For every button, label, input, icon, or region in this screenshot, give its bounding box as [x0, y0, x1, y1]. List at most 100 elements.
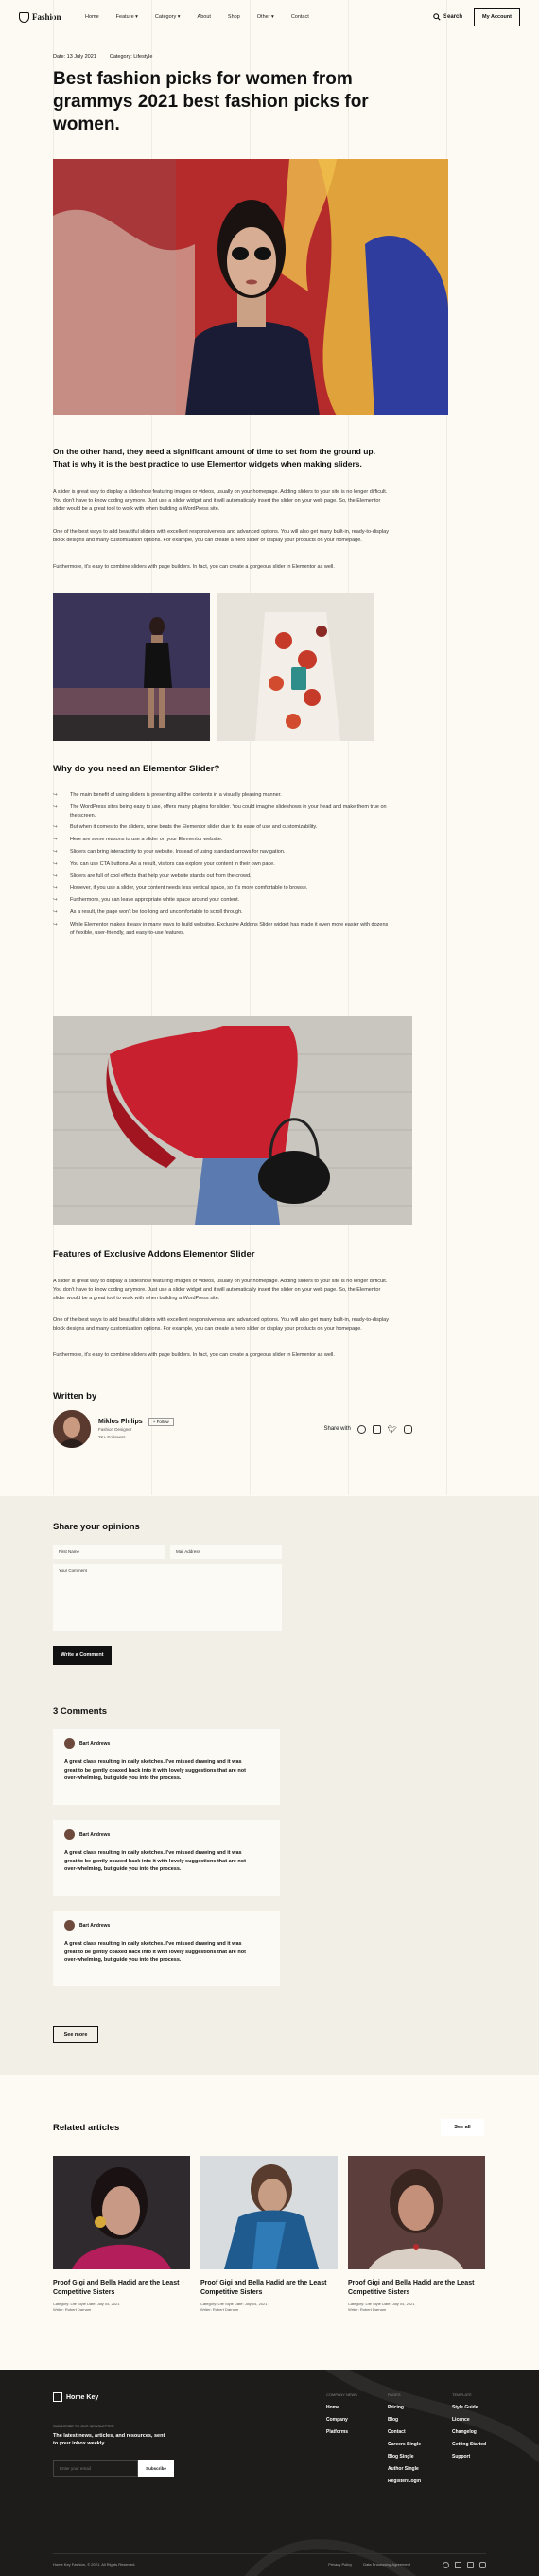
arrow-right-icon: ↪	[53, 824, 58, 831]
data-processing-link[interactable]: Data Processing Agreement	[363, 2562, 410, 2568]
subscribe-button[interactable]: Subscribe	[138, 2460, 174, 2477]
footer-logo[interactable]: Home Key	[53, 2392, 98, 2402]
twitter-icon[interactable]: 🐦︎	[388, 1425, 397, 1434]
footer-link[interactable]: Licence	[452, 2417, 486, 2423]
list-item: ↪ While Elementor makes it easy in many w…	[53, 921, 389, 936]
image-pair	[53, 593, 374, 741]
nav-feature[interactable]: Feature ▾	[116, 14, 138, 20]
site-logo[interactable]: Fashion	[19, 11, 85, 23]
footer-link[interactable]: Blog	[388, 2417, 421, 2423]
newsletter-label: SUBSCRIBE TO OUR NEWSLETTER	[53, 2425, 114, 2428]
arrow-right-icon: ↪	[53, 803, 58, 810]
email-field[interactable]: Mail Address	[170, 1545, 282, 1559]
arrow-right-icon: ↪	[53, 848, 58, 855]
footer-link[interactable]: Company	[326, 2417, 357, 2423]
site-header: Fashion Home Feature ▾ Category ▾ About …	[0, 0, 539, 34]
search-button[interactable]: Search	[433, 13, 462, 21]
written-by-heading: Written by	[53, 1391, 97, 1402]
nav-other[interactable]: Other ▾	[257, 14, 274, 20]
twitter-icon[interactable]	[467, 2562, 474, 2568]
nav-shop[interactable]: Shop	[228, 14, 240, 20]
arrow-right-icon: ↪	[53, 837, 58, 843]
fashion-image-floral-coat	[217, 593, 374, 741]
nav-home[interactable]: Home	[85, 14, 99, 20]
related-writer: Writer: Robert Darnam	[53, 2306, 92, 2312]
footer-link[interactable]: Author Single	[388, 2466, 421, 2472]
footer-link[interactable]: Pricing	[388, 2405, 421, 2410]
article-meta: Date: 13 July 2021 Category: Lifestyle	[53, 54, 152, 60]
newsletter-email-input[interactable]: Enter your email	[53, 2460, 138, 2477]
comment-text: A great class resulting in daily sketche…	[64, 1850, 246, 1873]
instagram-icon[interactable]	[372, 1424, 381, 1434]
avatar	[64, 1738, 75, 1749]
footer-link[interactable]: Blog Single	[388, 2454, 421, 2460]
related-title[interactable]: Proof Gigi and Bella Hadid are the Least…	[348, 2279, 485, 2298]
section-heading: Features of Exclusive Addons Elementor S…	[53, 1249, 255, 1260]
footer-link[interactable]: Contact	[388, 2429, 421, 2435]
nav-category[interactable]: Category ▾	[155, 14, 181, 20]
footer-col-template: TEMPLATE Style Guide Licence Changelog G…	[452, 2392, 487, 2460]
see-more-button[interactable]: See more	[53, 2026, 98, 2043]
article-title: Best fashion picks for women from grammy…	[53, 69, 369, 134]
comment-textarea[interactable]: Your Comment	[53, 1564, 282, 1631]
footer-link[interactable]: Changelog	[452, 2429, 486, 2435]
home-logo-icon	[53, 2392, 62, 2402]
comment-text: A great class resulting in daily sketche…	[64, 1941, 246, 1964]
bullet-list: ↪ The main benefit of using sliders is pr…	[53, 791, 393, 941]
avatar	[53, 1410, 91, 1448]
related-card[interactable]: Proof Gigi and Bella Hadid are the Least…	[348, 2156, 485, 2313]
related-card[interactable]: Proof Gigi and Bella Hadid are the Least…	[200, 2156, 338, 2313]
related-title[interactable]: Proof Gigi and Bella Hadid are the Least…	[200, 2279, 338, 2298]
comment-card: Bart Andrews A great class resulting in …	[53, 1729, 280, 1805]
nav-about[interactable]: About	[198, 14, 211, 20]
article-category[interactable]: Category: Lifestyle	[110, 54, 153, 60]
footer-link[interactable]: Register/Login	[388, 2479, 421, 2484]
related-card[interactable]: Proof Gigi and Bella Hadid are the Least…	[53, 2156, 190, 2313]
related-image	[348, 2156, 485, 2269]
footer-link[interactable]: Home	[326, 2405, 357, 2410]
youtube-icon[interactable]	[479, 2562, 486, 2568]
section-heading: Why do you need an Elementor Slider?	[53, 764, 220, 774]
list-item: ↪ The main benefit of using sliders is pr…	[53, 792, 282, 798]
fashion-image-red-sweater	[53, 1016, 412, 1225]
related-title[interactable]: Proof Gigi and Bella Hadid are the Least…	[53, 2279, 190, 2298]
related-image	[200, 2156, 338, 2269]
arrow-right-icon: ↪	[53, 897, 58, 904]
footer-link[interactable]: Style Guide	[452, 2405, 486, 2410]
footer-link[interactable]: Platforms	[326, 2429, 357, 2435]
list-item: ↪ Here are some reasons to use a slider o…	[53, 837, 223, 843]
nav-contact[interactable]: Contact	[291, 14, 309, 20]
footer-link[interactable]: Support	[452, 2454, 486, 2460]
article-paragraph: One of the best ways to add beautiful sl…	[53, 1317, 389, 1332]
follow-button[interactable]: + Follow	[148, 1418, 174, 1427]
arrow-right-icon: ↪	[53, 860, 58, 867]
first-name-field[interactable]: First Name	[53, 1545, 165, 1559]
pinterest-icon[interactable]	[356, 1424, 366, 1434]
commenter-name: Bart Andrews	[79, 1922, 111, 1929]
copyright-text: Home Key Fashion, © 2021. All Rights Res…	[53, 2562, 136, 2567]
list-item: ↪ Furthermore, you can leave appropriate …	[53, 897, 240, 904]
related-heading: Related articles	[53, 2123, 120, 2133]
comment-card: Bart Andrews A great class resulting in …	[53, 1911, 280, 1986]
youtube-icon[interactable]	[404, 1424, 412, 1434]
footer-link[interactable]: Careers Single	[388, 2442, 421, 2447]
my-account-button[interactable]: My Account	[474, 8, 520, 26]
author-name[interactable]: Miklos Philips	[98, 1419, 143, 1425]
site-footer: Home Key SUBSCRIBE TO OUR NEWSLETTER The…	[0, 2370, 539, 2576]
instagram-icon[interactable]	[455, 2562, 461, 2568]
article-paragraph: Furthermore, it's easy to combine slider…	[53, 1352, 335, 1358]
main-nav: Home Feature ▾ Category ▾ About Shop Oth…	[85, 14, 433, 20]
share-bar: Share with 🐦︎	[323, 1424, 412, 1434]
privacy-link[interactable]: Privacy Policy	[328, 2562, 352, 2568]
list-item: ↪ Sliders can bring interactivity to your…	[53, 848, 286, 855]
article-paragraph: One of the best ways to add beautiful sl…	[53, 529, 389, 544]
related-image	[53, 2156, 190, 2269]
footer-link[interactable]: Getting Started	[452, 2442, 486, 2447]
write-comment-button[interactable]: Write a Comment	[53, 1646, 112, 1665]
commenter-name: Bart Andrews	[79, 1740, 111, 1747]
arrow-right-icon: ↪	[53, 921, 58, 927]
list-item: ↪ You can use CTA buttons. As a result, v…	[53, 860, 275, 867]
list-item: ↪ However, if you use a slider, your cont…	[53, 885, 308, 891]
pinterest-icon[interactable]	[443, 2562, 449, 2568]
see-all-button[interactable]: See all	[441, 2119, 484, 2136]
